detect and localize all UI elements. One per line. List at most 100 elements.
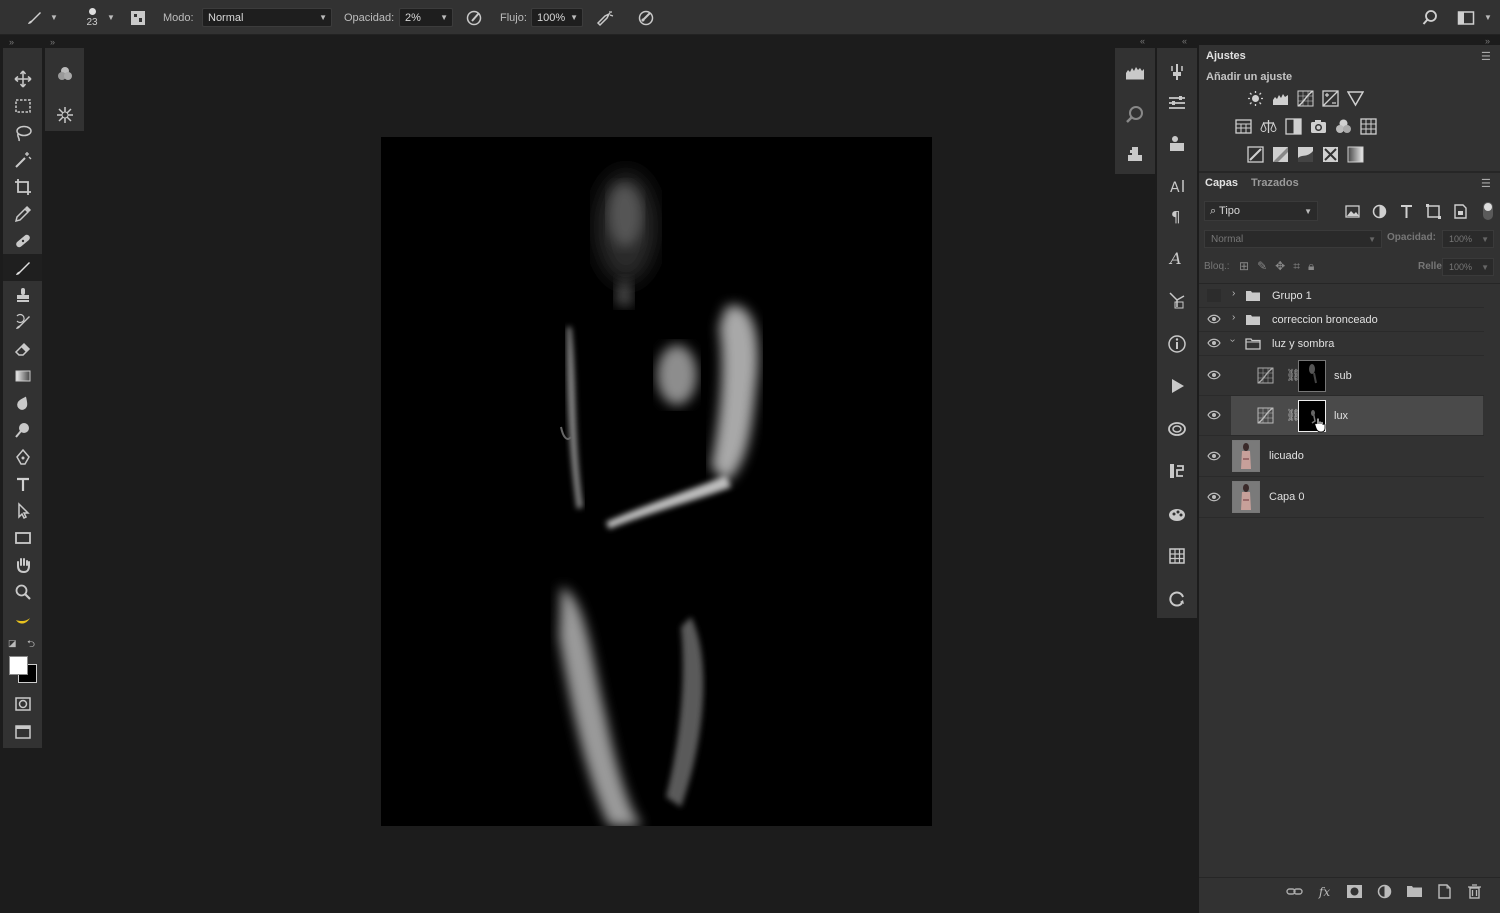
tab-layers[interactable]: Capas [1205, 177, 1238, 189]
pen-tool-icon[interactable] [3, 443, 42, 470]
tab-paths[interactable]: Trazados [1251, 177, 1299, 189]
character-styles-icon[interactable] [1157, 126, 1197, 162]
pressure-opacity-icon[interactable] [464, 0, 484, 35]
move-tool-icon[interactable] [3, 65, 42, 92]
filter-pixel-icon[interactable] [1343, 202, 1362, 221]
panel-menu-icon[interactable]: ☰ [1481, 50, 1491, 63]
flow-field[interactable]: 100% ▼ [531, 8, 583, 27]
properties-icon[interactable] [1157, 85, 1197, 121]
filter-shape-icon[interactable] [1424, 202, 1443, 221]
layer-thumbnail[interactable] [1232, 440, 1260, 472]
crop-tool-icon[interactable] [3, 173, 42, 200]
layer-row-lux[interactable]: ⛓ lux [1199, 396, 1484, 436]
lock-all-icon[interactable]: 🔒︎ [1308, 259, 1314, 274]
eyedropper-tool-icon[interactable] [3, 200, 42, 227]
healing-brush-tool-icon[interactable] [3, 227, 42, 254]
exposure-icon[interactable] [1321, 89, 1340, 108]
collapse-strip-icon[interactable]: » [50, 37, 55, 47]
blur-tool-icon[interactable] [3, 389, 42, 416]
brush-preset-picker[interactable]: 23 [82, 0, 102, 35]
libraries-icon[interactable] [1157, 411, 1197, 447]
magic-wand-tool-icon[interactable] [3, 146, 42, 173]
add-mask-icon[interactable] [1345, 882, 1364, 901]
swatches-grid-icon[interactable] [1157, 538, 1197, 574]
history-brush-tool-icon[interactable] [3, 308, 42, 335]
navigator-icon[interactable] [1115, 96, 1155, 132]
threshold-icon[interactable] [1296, 145, 1315, 164]
filter-toggle[interactable] [1483, 202, 1493, 220]
color-lookup-icon[interactable] [1359, 117, 1378, 136]
new-group-icon[interactable] [1405, 882, 1424, 901]
brightness-contrast-icon[interactable] [1246, 89, 1265, 108]
collapse-toolbar-icon[interactable]: » [9, 37, 14, 47]
lock-transparent-icon[interactable]: ⊞ [1239, 259, 1249, 274]
foreground-color-swatch[interactable] [9, 656, 28, 675]
search-icon[interactable] [1420, 0, 1440, 35]
swap-colors-icon[interactable]: ⮌ [27, 637, 35, 654]
color-swatches-icon[interactable] [1157, 496, 1197, 532]
clone-stamp-tool-icon[interactable] [3, 281, 42, 308]
visibility-toggle-off[interactable] [1207, 289, 1221, 302]
layer-row-sub[interactable]: ⛓ sub [1199, 356, 1484, 396]
color-balance-icon[interactable] [1259, 117, 1278, 136]
brush-tool-icon[interactable] [3, 254, 42, 281]
dodge-tool-icon[interactable] [3, 416, 42, 443]
invert-icon[interactable] [1246, 145, 1265, 164]
black-white-icon[interactable] [1284, 117, 1303, 136]
delete-layer-icon[interactable] [1465, 882, 1484, 901]
banana-tool-icon[interactable] [3, 605, 42, 632]
workspace-chevron-icon[interactable]: ▼ [1484, 0, 1492, 35]
layer-row-licuado[interactable]: licuado [1199, 436, 1484, 477]
mode-select[interactable]: Normal ▼ [202, 8, 332, 27]
brush-picker-chevron-icon[interactable]: ▼ [107, 0, 115, 35]
eye-icon[interactable] [1207, 369, 1221, 384]
curves-icon[interactable] [1296, 89, 1315, 108]
eye-icon[interactable] [1207, 409, 1221, 424]
layer-opacity-field[interactable]: 100% ▼ [1442, 230, 1494, 248]
link-layers-icon[interactable] [1285, 882, 1304, 901]
hand-tool-icon[interactable] [3, 551, 42, 578]
collapse-panel-a-icon[interactable]: « [1140, 36, 1145, 46]
pressure-size-icon[interactable] [636, 0, 656, 35]
marquee-tool-icon[interactable] [3, 92, 42, 119]
eye-icon[interactable] [1207, 313, 1221, 328]
timeline-icon[interactable] [1157, 453, 1197, 489]
layer-row-grupo-1[interactable]: › Grupo 1 [1199, 284, 1484, 308]
collapse-chevron-icon[interactable]: › [1227, 339, 1238, 342]
workspace-icon[interactable] [1456, 0, 1476, 35]
eye-icon[interactable] [1207, 491, 1221, 506]
gradient-tool-icon[interactable] [3, 362, 42, 389]
paragraph-icon[interactable]: ¶ [1157, 198, 1197, 234]
layer-thumbnail[interactable] [1232, 481, 1260, 513]
quick-mask-icon[interactable] [3, 690, 42, 717]
gradient-map-icon[interactable] [1346, 145, 1365, 164]
layer-mask-thumbnail[interactable] [1298, 360, 1326, 392]
channel-mixer-icon[interactable] [1334, 117, 1353, 136]
photo-filter-icon[interactable] [1309, 117, 1328, 136]
brush-panel-toggle-icon[interactable] [128, 0, 148, 35]
histogram-icon[interactable] [1115, 54, 1155, 90]
lock-artboard-icon[interactable]: ⌗ [1293, 259, 1300, 274]
layer-row-correccion-bronceado[interactable]: › correccion bronceado [1199, 308, 1484, 332]
levels-icon[interactable] [1271, 89, 1290, 108]
expand-chevron-icon[interactable]: › [1232, 288, 1235, 299]
default-colors-icon[interactable]: ◪ [8, 638, 17, 649]
new-adjustment-icon[interactable] [1375, 882, 1394, 901]
fill-field[interactable]: 100% ▼ [1442, 258, 1494, 276]
actions-play-icon[interactable] [1157, 368, 1197, 404]
ray-filter-icon[interactable] [45, 101, 84, 128]
history-icon[interactable] [1157, 581, 1197, 617]
lock-image-icon[interactable]: ✎ [1257, 259, 1267, 274]
selective-color-icon[interactable] [1321, 145, 1340, 164]
eraser-tool-icon[interactable] [3, 335, 42, 362]
layer-row-capa-0[interactable]: Capa 0 [1199, 477, 1484, 518]
new-layer-icon[interactable] [1435, 882, 1454, 901]
filter-adjustment-icon[interactable] [1370, 202, 1389, 221]
lasso-tool-icon[interactable] [3, 119, 42, 146]
hue-saturation-icon[interactable] [1234, 117, 1253, 136]
airbrush-icon[interactable] [594, 0, 616, 35]
collapse-panel-b-icon[interactable]: « [1182, 36, 1187, 46]
tool-preset-chevron-icon[interactable]: ▼ [50, 0, 58, 35]
glyphs-icon[interactable]: A [1157, 240, 1197, 276]
fx-icon[interactable]: fx [1315, 882, 1334, 901]
